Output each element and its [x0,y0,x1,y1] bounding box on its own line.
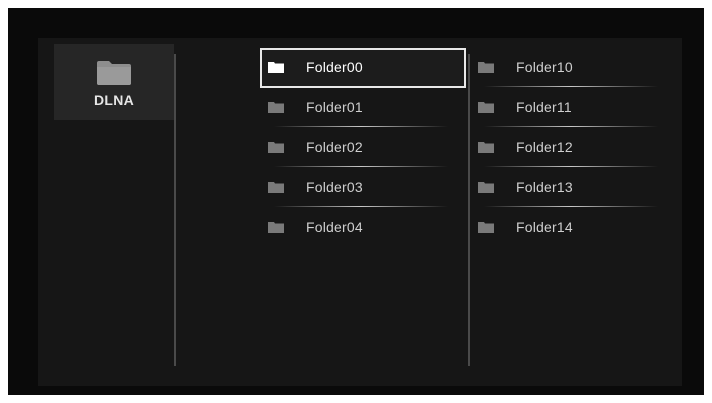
separator-line [274,166,448,167]
folder-label: Folder12 [516,139,573,155]
folder-label: Folder02 [306,139,363,155]
folder-label: Folder11 [516,99,572,115]
folder-icon [96,58,132,86]
folder-label: Folder14 [516,219,573,235]
folder-icon [268,60,284,73]
folder-column-1: Folder00 Folder01 Folder02 Folder03 Fold… [260,48,466,248]
separator-line [274,206,448,207]
folder-item[interactable]: Folder13 [470,168,670,208]
folder-item[interactable]: Folder10 [470,48,670,88]
folder-item[interactable]: Folder03 [260,168,460,208]
source-label: DLNA [93,92,135,108]
folder-column-2: Folder10 Folder11 Folder12 Folder13 Fold… [470,48,670,248]
folder-item-focused[interactable]: Folder00 [260,48,466,88]
source-dlna-tile[interactable]: DLNA [54,44,174,120]
folder-label: Folder01 [306,99,363,115]
folder-item[interactable]: Folder01 [260,88,460,128]
separator-line [484,166,658,167]
separator-line [484,86,658,87]
folder-icon [478,100,494,113]
folder-item[interactable]: Folder14 [470,208,670,248]
folder-item[interactable]: Folder04 [260,208,460,248]
folder-label: Folder03 [306,179,363,195]
folder-icon [478,220,494,233]
folder-label: Folder10 [516,59,573,75]
folder-label: Folder13 [516,179,573,195]
folder-icon [478,140,494,153]
media-browser-panel: DLNA Folder00 Folder01 Folder02 Folder03… [38,38,682,386]
tv-screen: DLNA Folder00 Folder01 Folder02 Folder03… [8,8,704,395]
folder-item[interactable]: Folder02 [260,128,460,168]
separator-line [274,126,448,127]
folder-icon [268,180,284,193]
folder-item[interactable]: Folder11 [470,88,670,128]
folder-icon [268,140,284,153]
divider-left [174,54,176,366]
folder-label: Folder00 [306,59,363,75]
folder-icon [478,180,494,193]
folder-item[interactable]: Folder12 [470,128,670,168]
folder-icon [268,100,284,113]
folder-icon [268,220,284,233]
folder-icon [478,60,494,73]
folder-label: Folder04 [306,219,363,235]
separator-line [484,206,658,207]
separator-line [484,126,658,127]
